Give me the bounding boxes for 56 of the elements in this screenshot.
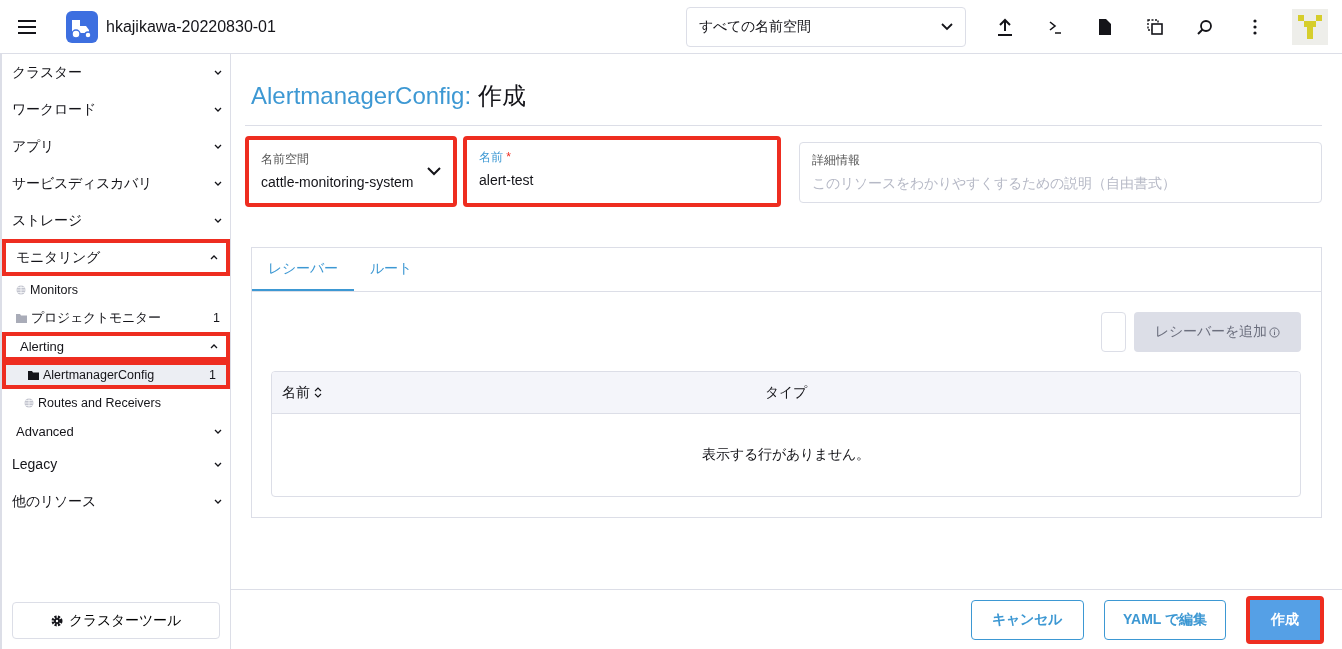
column-header[interactable]: 名前 — [282, 381, 552, 403]
sidebar-group[interactable]: モニタリング — [2, 239, 230, 276]
upload-icon[interactable] — [997, 17, 1013, 36]
sidebar-item[interactable]: Monitors — [2, 276, 230, 304]
description-input-field[interactable]: 詳細情報 このリソースをわかりやすくするための説明（自由書式） — [799, 141, 1322, 203]
chevron-down-icon — [214, 429, 222, 434]
empty-table-message: 表示する行がありません。 — [702, 445, 870, 462]
folder-icon — [16, 313, 27, 323]
sidebar-item[interactable]: AlertmanagerConfig 1 — [2, 361, 230, 389]
sidebar-group[interactable]: Alerting — [2, 332, 230, 361]
sidebar-group[interactable]: Legacy — [2, 446, 230, 483]
sidebar-group[interactable]: ワークロード — [2, 91, 230, 128]
chevron-down-icon — [214, 499, 222, 504]
required-mark: * — [506, 149, 511, 164]
tractor-logo-icon — [66, 10, 98, 43]
chevron-up-icon — [210, 255, 218, 260]
chevron-up-icon — [210, 344, 218, 349]
chevron-down-icon — [214, 70, 222, 75]
name-input-field[interactable]: 名前 * alert-test — [463, 135, 781, 207]
cluster-tools-button[interactable]: クラスターツール — [12, 602, 220, 639]
description-placeholder: このリソースをわかりやすくするための説明（自由書式） — [812, 173, 1177, 193]
sort-icon — [314, 386, 322, 398]
field-label: 名前 — [479, 149, 503, 164]
sidebar-group[interactable]: クラスター — [2, 54, 230, 91]
globe-icon — [24, 398, 34, 408]
copy-icon[interactable] — [1147, 18, 1163, 35]
sidebar-item[interactable]: プロジェクトモニター 1 — [2, 304, 230, 332]
empty-box — [1101, 311, 1126, 352]
sidebar-item[interactable]: Routes and Receivers — [2, 389, 230, 417]
folder-icon — [28, 370, 39, 380]
menu-icon[interactable] — [18, 19, 36, 34]
chevron-down-icon — [214, 181, 222, 186]
chevron-down-icon — [214, 144, 222, 149]
search-icon[interactable] — [1197, 18, 1213, 35]
sidebar-group[interactable]: Advanced — [2, 417, 230, 446]
name-value: alert-test — [479, 170, 535, 190]
chevron-down-icon — [427, 166, 441, 176]
sidebar-group[interactable]: ストレージ — [2, 202, 230, 239]
globe-icon — [16, 285, 26, 295]
file-icon[interactable] — [1099, 18, 1111, 35]
info-icon — [1269, 327, 1280, 339]
sidebar-group[interactable]: アプリ — [2, 128, 230, 165]
more-options-icon[interactable] — [1253, 18, 1257, 35]
terminal-icon[interactable] — [1048, 19, 1062, 34]
chevron-down-icon — [214, 462, 222, 467]
chevron-down-icon — [214, 218, 222, 223]
namespace-select[interactable]: すべての名前空間 — [686, 6, 966, 47]
chevron-down-icon — [941, 22, 953, 31]
sidebar-group[interactable]: 他のリソース — [2, 483, 230, 520]
namespace-select[interactable]: 名前空間 cattle-monitoring-system — [245, 135, 457, 207]
sidebar-group[interactable]: サービスディスカバリ — [2, 165, 230, 202]
page-title: AlertmanagerConfig: 作成 — [251, 82, 527, 111]
gear-icon — [51, 614, 63, 627]
cluster-name: hkajikawa-20220830-01 — [106, 16, 276, 37]
column-header[interactable]: タイプ — [552, 381, 1020, 403]
chevron-down-icon — [214, 107, 222, 112]
